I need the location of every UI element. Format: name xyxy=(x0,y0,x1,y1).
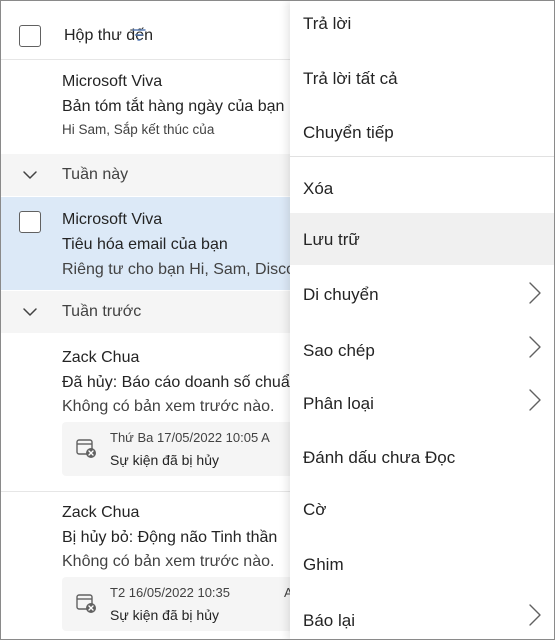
menu-item-label: Lưu trữ xyxy=(303,230,360,249)
chevron-right-icon xyxy=(529,389,541,411)
message-item[interactable]: Microsoft Viva Bản tóm tắt hàng ngày của… xyxy=(1,60,301,152)
menu-item-label: Cờ xyxy=(303,500,327,519)
menu-item-categorize[interactable]: Phân loại xyxy=(290,375,554,427)
message-item[interactable]: Zack Chua Bị hủy bỏ: Động não Tinh thần … xyxy=(1,492,301,639)
menu-item-label: Trả lời tất cả xyxy=(303,69,398,88)
app-frame: Hộp thư đến Microsoft Viva Bản tóm tắt h… xyxy=(0,0,555,640)
menu-item-copy[interactable]: Sao chép xyxy=(290,321,554,373)
meeting-time: Thứ Ba 17/05/2022 10:05 A xyxy=(110,430,270,445)
menu-item-label: Di chuyển xyxy=(303,285,379,304)
chevron-down-icon[interactable] xyxy=(21,303,39,321)
menu-item-label: Báo lại xyxy=(303,611,355,630)
chevron-right-icon xyxy=(529,282,541,304)
calendar-cancel-icon xyxy=(76,594,96,613)
menu-item-reply[interactable]: Trả lời xyxy=(290,1,554,53)
message-sender: Microsoft Viva xyxy=(62,211,163,228)
message-subject: Bản tóm tắt hàng ngày của bạn xyxy=(62,98,285,115)
message-sender: Microsoft Viva xyxy=(62,73,163,90)
group-label: Tuần trước xyxy=(62,303,142,320)
message-list: Hộp thư đến Microsoft Viva Bản tóm tắt h… xyxy=(1,1,316,639)
filter-icon[interactable] xyxy=(129,25,149,45)
calendar-cancel-icon xyxy=(76,439,96,458)
select-all-checkbox[interactable] xyxy=(19,25,41,47)
menu-item-label: Trả lời xyxy=(303,14,352,33)
message-preview: Không có bản xem trước nào. xyxy=(62,398,275,415)
menu-item-mark-unread[interactable]: Đánh dấu chưa Đọc xyxy=(290,429,554,481)
menu-item-snooze[interactable]: Báo lại xyxy=(290,591,554,639)
menu-item-label: Phân loại xyxy=(303,394,374,413)
chevron-right-icon xyxy=(529,336,541,358)
group-header-this-week[interactable]: Tuần này xyxy=(1,154,301,196)
menu-item-delete[interactable]: Xóa xyxy=(290,161,554,213)
meeting-status: Sự kiện đã bị hủy xyxy=(110,607,219,623)
chevron-right-icon xyxy=(529,604,541,626)
menu-item-pin[interactable]: Ghim xyxy=(290,537,554,589)
menu-item-forward[interactable]: Chuyển tiếp xyxy=(290,105,554,157)
list-header: Hộp thư đến xyxy=(1,1,301,60)
message-subject: Đã hủy: Báo cáo doanh số chuẩn bị xyxy=(62,374,316,391)
meeting-status: Sự kiện đã bị hủy xyxy=(110,452,219,468)
message-item-selected[interactable]: Microsoft Viva Tiêu hóa email của bạn Ri… xyxy=(1,197,301,290)
group-label: Tuần này xyxy=(62,166,129,183)
menu-item-reply-all[interactable]: Trả lời tất cả xyxy=(290,53,554,105)
meeting-card[interactable]: Thứ Ba 17/05/2022 10:05 A Sự kiện đã bị … xyxy=(62,422,301,476)
menu-item-move[interactable]: Di chuyển xyxy=(290,267,554,319)
meeting-time: T2 16/05/2022 10:35 xyxy=(110,585,230,600)
menu-item-label: Chuyển tiếp xyxy=(303,123,394,142)
message-preview: Không có bản xem trước nào. xyxy=(62,553,275,570)
meeting-card[interactable]: T2 16/05/2022 10:35 A Sự kiện đã bị hủy xyxy=(62,577,301,631)
message-sender: Zack Chua xyxy=(62,349,140,366)
menu-item-label: Sao chép xyxy=(303,341,375,360)
menu-item-label: Đánh dấu chưa Đọc xyxy=(303,448,456,467)
message-subject: Bị hủy bỏ: Động não Tinh thần xyxy=(62,529,278,546)
menu-item-flag[interactable]: Cờ xyxy=(290,483,554,535)
message-checkbox[interactable] xyxy=(19,211,41,233)
menu-item-archive[interactable]: Lưu trữ xyxy=(290,213,554,265)
message-preview: Riêng tư cho bạn Hi, Sam, Disco xyxy=(62,261,296,278)
menu-item-label: Ghim xyxy=(303,555,344,574)
message-preview: Hi Sam, Sắp kết thúc của xyxy=(62,122,215,137)
message-item[interactable]: Zack Chua Đã hủy: Báo cáo doanh số chuẩn… xyxy=(1,334,316,489)
chevron-down-icon[interactable] xyxy=(21,166,39,184)
message-sender: Zack Chua xyxy=(62,504,140,521)
message-subject: Tiêu hóa email của bạn xyxy=(62,236,228,253)
group-header-last-week[interactable]: Tuần trước xyxy=(1,291,301,333)
menu-divider xyxy=(290,156,554,157)
menu-item-label: Xóa xyxy=(303,179,334,198)
context-menu: Trả lời Trả lời tất cả Chuyển tiếp Xóa L… xyxy=(290,1,554,639)
